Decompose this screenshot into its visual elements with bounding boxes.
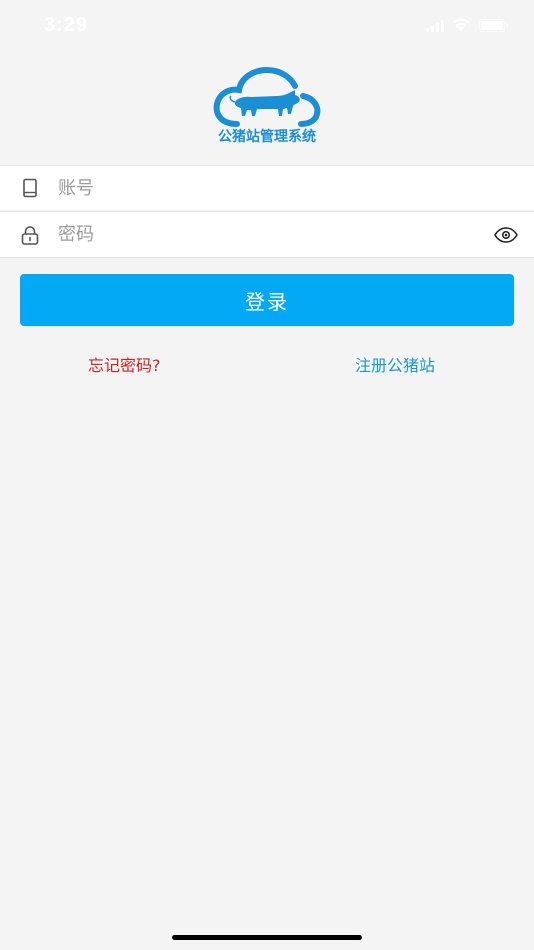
forgot-password-link[interactable]: 忘记密码? <box>88 352 161 376</box>
lock-icon <box>21 226 39 245</box>
battery-icon <box>479 19 508 32</box>
login-button[interactable]: 登录 <box>20 274 514 326</box>
home-indicator[interactable] <box>172 935 362 940</box>
password-field[interactable] <box>0 211 534 258</box>
register-link[interactable]: 注册公猪站 <box>355 352 435 376</box>
eye-icon[interactable] <box>494 227 518 243</box>
phone-icon <box>23 178 37 198</box>
wifi-icon <box>452 18 470 31</box>
status-bar: 3:29 <box>0 0 534 52</box>
password-input[interactable] <box>58 212 478 256</box>
logo-title: 公猪站管理系统 <box>218 129 316 145</box>
status-time: 3:29 <box>44 14 89 36</box>
account-field[interactable] <box>0 165 534 210</box>
cellular-signal-icon <box>426 20 444 32</box>
account-input[interactable] <box>58 166 478 210</box>
